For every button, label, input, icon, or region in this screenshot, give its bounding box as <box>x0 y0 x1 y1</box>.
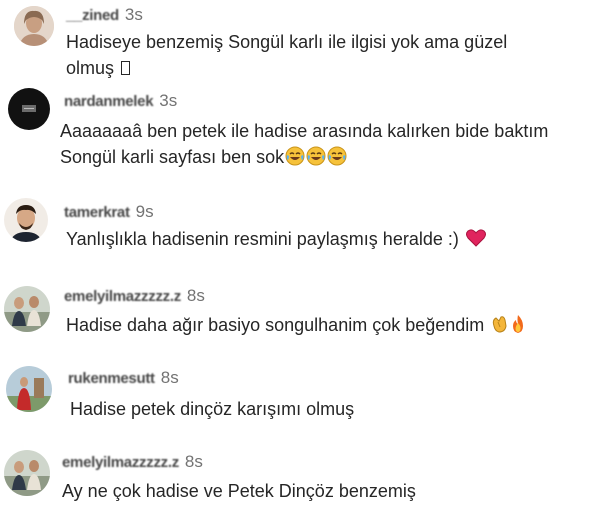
comment-timestamp[interactable]: 8s <box>185 452 203 471</box>
comment-username[interactable]: tamerkrat <box>64 204 130 221</box>
comment-timestamp[interactable]: 8s <box>187 286 205 305</box>
comment-username[interactable]: nardanmelek <box>64 93 154 110</box>
clapping-hands-emoji-icon <box>490 314 510 334</box>
comment-item: __zined 3s Hadiseye benzemiş Songül karlı… <box>0 0 594 80</box>
missing-glyph-icon <box>121 61 131 75</box>
comment-timestamp[interactable]: 3s <box>159 91 177 110</box>
comment-text-line: Hadise petek dinçöz karışımı olmuş <box>70 399 355 419</box>
red-heart-emoji-icon <box>465 228 487 248</box>
comment-username[interactable]: emelyilmazzzzz.z <box>62 454 179 471</box>
comment-item: rukenmesutt 8s Hadise petek dinçöz karışı… <box>0 360 594 440</box>
comment-text-line: olmuş <box>66 58 115 78</box>
comment-username[interactable]: rukenmesutt <box>68 370 155 387</box>
user-avatar[interactable] <box>4 286 50 332</box>
user-avatar[interactable] <box>14 6 54 46</box>
comment-timestamp[interactable]: 8s <box>161 368 179 387</box>
user-avatar[interactable] <box>8 88 50 130</box>
comment-text-line: Hadise daha ağır basiyo songulhanim çok … <box>66 315 485 335</box>
tears-of-joy-emoji-icon <box>306 146 326 166</box>
comment-item: tamerkrat 9s Yanlışlıkla hadisenin resmin… <box>0 192 594 272</box>
comment-item: emelyilmazzzzz.z 8s Ay ne çok hadise ve P… <box>0 446 594 516</box>
comment-text-line: Aaaaaaaâ ben petek ile hadise arasında k… <box>60 121 549 141</box>
comment-text-line: Yanlışlıkla hadisenin resmini paylaşmış … <box>66 229 459 249</box>
comment-item: nardanmelek 3s Aaaaaaaâ ben petek ile had… <box>0 84 594 167</box>
user-avatar[interactable] <box>4 198 48 242</box>
comment-username[interactable]: __zined <box>66 7 119 24</box>
comment-timestamp[interactable]: 3s <box>125 5 143 24</box>
comment-timestamp[interactable]: 9s <box>136 202 154 221</box>
comment-text-line: Songül karli sayfası ben sok <box>60 147 285 167</box>
tears-of-joy-emoji-icon <box>327 146 347 166</box>
user-avatar[interactable] <box>4 450 50 496</box>
comment-text-line: Hadiseye benzemiş Songül karlı ile ilgis… <box>66 32 508 52</box>
tears-of-joy-emoji-icon <box>285 146 305 166</box>
comment-username[interactable]: emelyilmazzzzz.z <box>64 288 181 305</box>
fire-emoji-icon <box>511 314 525 334</box>
comment-text-line: Ay ne çok hadise ve Petek Dinçöz benzemi… <box>62 481 416 501</box>
user-avatar[interactable] <box>6 366 52 412</box>
comment-item: emelyilmazzzzz.z 8s Hadise daha ağır basi… <box>0 282 594 362</box>
